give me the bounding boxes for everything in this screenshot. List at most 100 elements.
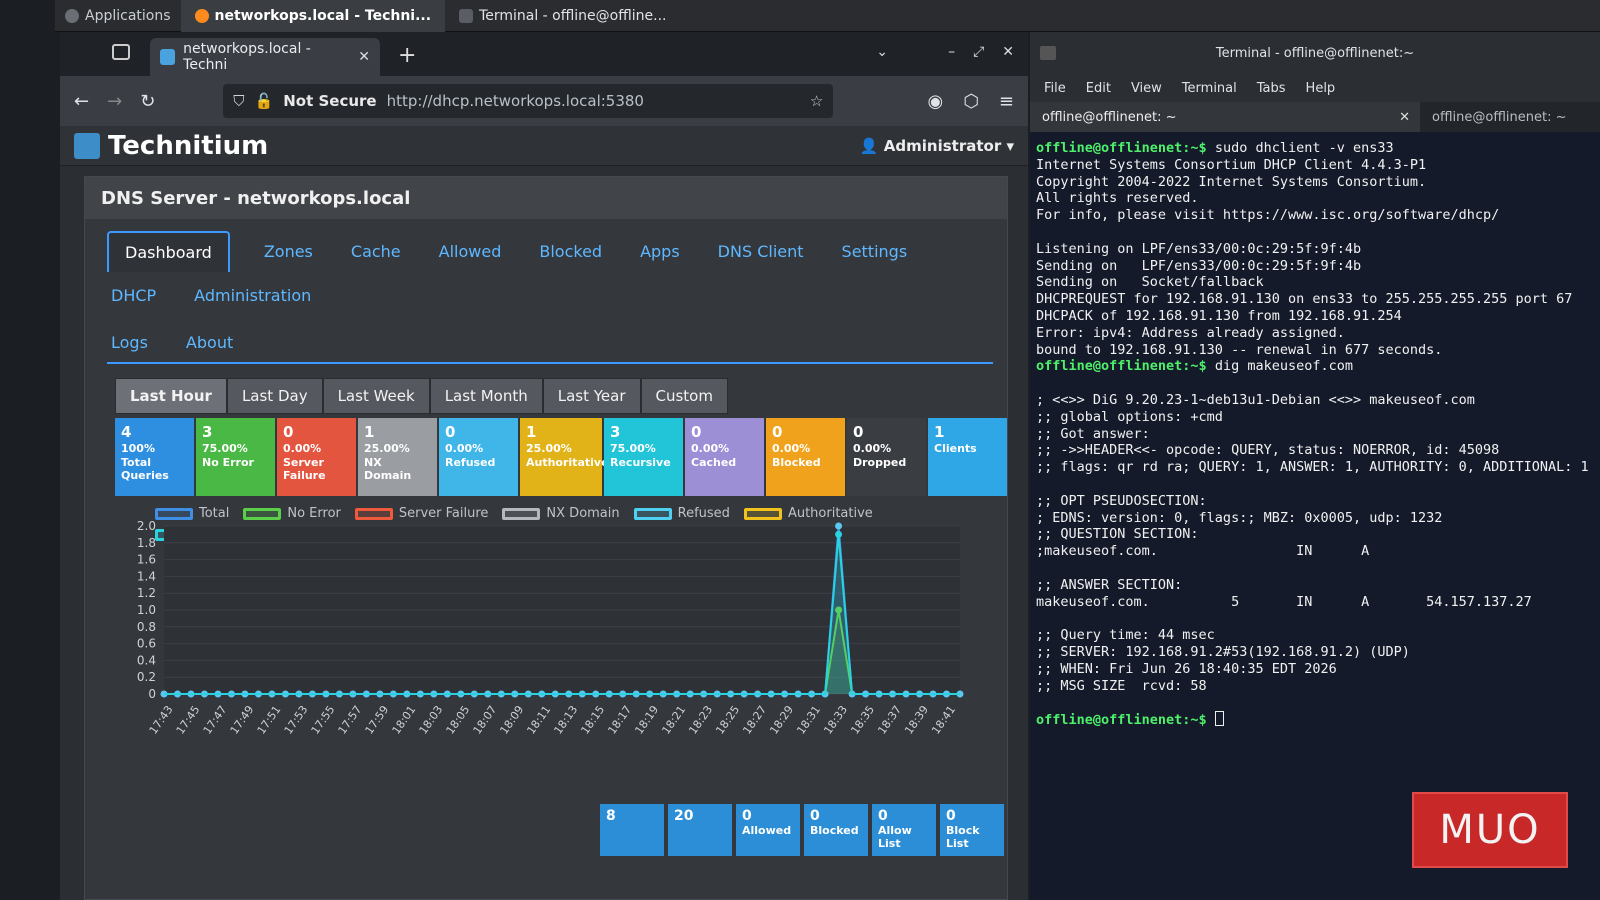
y-tick-label: 1.8 bbox=[137, 536, 156, 550]
tab-allowed[interactable]: Allowed bbox=[435, 232, 506, 271]
terminal-line-text: ;; Got answer: bbox=[1036, 425, 1150, 442]
bookmark-star-icon[interactable]: ☆ bbox=[810, 92, 823, 110]
queries-chart: 00.20.40.60.81.01.21.41.61.82.017:4317:4… bbox=[137, 519, 964, 737]
terminal-line-text: ;; QUESTION SECTION: bbox=[1036, 526, 1199, 543]
minimize-icon[interactable]: – bbox=[948, 44, 955, 60]
tab-dhcp[interactable]: DHCP bbox=[107, 276, 160, 315]
reload-icon[interactable]: ↻ bbox=[140, 91, 155, 112]
back-icon[interactable]: ← bbox=[74, 91, 89, 112]
terminal-line-text: Copyright 2004-2022 Internet Systems Con… bbox=[1036, 173, 1427, 190]
tab-settings[interactable]: Settings bbox=[838, 232, 912, 271]
user-name: Administrator bbox=[883, 136, 1002, 155]
range-last-month[interactable]: Last Month bbox=[429, 378, 543, 414]
x-tick-label: 18:27 bbox=[740, 703, 769, 736]
x-tick-label: 18:07 bbox=[471, 703, 500, 736]
terminal-line-text: All rights reserved. bbox=[1036, 190, 1199, 207]
y-tick-label: 1.2 bbox=[137, 586, 156, 600]
x-tick-label: 18:15 bbox=[578, 703, 607, 736]
nav-divider bbox=[107, 362, 993, 364]
range-last-year[interactable]: Last Year bbox=[542, 378, 641, 414]
tab-zones[interactable]: Zones bbox=[260, 232, 317, 271]
bottom-stat-count: 0 bbox=[810, 808, 820, 824]
terminal-prompt: offline@offlinenet:~$ bbox=[1036, 140, 1207, 156]
security-label: Not Secure bbox=[283, 92, 377, 110]
range-last-hour[interactable]: Last Hour bbox=[115, 378, 227, 414]
terminal-line: Sending on Socket/fallback bbox=[1036, 274, 1596, 291]
shield-icon[interactable]: ⛉ bbox=[233, 92, 244, 110]
terminal-line: DHCPACK of 192.168.91.130 from 192.168.9… bbox=[1036, 308, 1596, 325]
x-tick-label: 18:21 bbox=[659, 703, 688, 736]
logo-text: Technitium bbox=[108, 130, 269, 161]
menu-icon[interactable]: ≡ bbox=[999, 91, 1014, 112]
technitium-logo[interactable]: Technitium bbox=[74, 131, 268, 161]
tab-logs[interactable]: Logs bbox=[107, 323, 152, 362]
taskbar-browser[interactable]: networkops.local - Techni... bbox=[180, 0, 446, 32]
y-tick-label: 2.0 bbox=[137, 519, 156, 533]
terminal-line-text: ;makeuseof.com. IN A bbox=[1036, 543, 1370, 560]
stat-nx-domain: 1 25.00% NX Domain bbox=[358, 418, 437, 496]
close-terminal-tab-icon[interactable]: ✕ bbox=[1399, 110, 1410, 125]
tab-bar: networkops.local - Techni ✕ + ⌄ – ⤢ ✕ bbox=[60, 32, 1028, 76]
browser-tab[interactable]: networkops.local - Techni ✕ bbox=[150, 38, 380, 76]
tab-dashboard[interactable]: Dashboard bbox=[107, 231, 230, 272]
terminal-line-text: ;; ->>HEADER<<- opcode: QUERY, status: N… bbox=[1036, 442, 1500, 459]
terminal-output[interactable]: offline@offlinenet:~$ sudo dhclient -v e… bbox=[1030, 132, 1600, 892]
tab-about[interactable]: About bbox=[182, 323, 237, 362]
tab-dns-client[interactable]: DNS Client bbox=[714, 232, 808, 271]
range-custom[interactable]: Custom bbox=[640, 378, 728, 414]
address-bar[interactable]: ⛉ 🔓 Not Secure http://dhcp.networkops.lo… bbox=[223, 84, 834, 118]
close-window-icon[interactable]: ✕ bbox=[1002, 44, 1014, 60]
account-icon[interactable]: ◉ bbox=[927, 91, 943, 112]
tab-administration[interactable]: Administration bbox=[190, 276, 315, 315]
bottom-stat-count: 0 bbox=[878, 808, 888, 824]
taskbar-terminal[interactable]: Terminal - offline@offline... bbox=[445, 0, 680, 32]
tab-cache[interactable]: Cache bbox=[347, 232, 405, 271]
stat-count: 1 bbox=[934, 423, 945, 441]
user-menu[interactable]: 👤 Administrator ▾ bbox=[860, 137, 1014, 155]
screen: Applications networkops.local - Techni..… bbox=[0, 0, 1600, 900]
extensions-icon[interactable]: ⬡ bbox=[963, 91, 979, 112]
terminal-menu-help[interactable]: Help bbox=[1306, 81, 1336, 96]
close-tab-icon[interactable]: ✕ bbox=[358, 49, 370, 65]
chevron-down-icon[interactable]: ⌄ bbox=[876, 44, 888, 60]
range-last-week[interactable]: Last Week bbox=[322, 378, 430, 414]
stat-label: Cached bbox=[691, 455, 737, 469]
tab-blocked[interactable]: Blocked bbox=[535, 232, 606, 271]
terminal-line-text: ;; ANSWER SECTION: bbox=[1036, 576, 1183, 593]
applications-menu[interactable]: Applications bbox=[55, 8, 181, 24]
terminal-line: ;; ANSWER SECTION: bbox=[1036, 577, 1596, 594]
terminal-line-text: ;; SERVER: 192.168.91.2#53(192.168.91.2)… bbox=[1036, 643, 1410, 660]
new-tab-button[interactable]: + bbox=[398, 43, 416, 68]
stat-label: Blocked bbox=[772, 455, 821, 469]
y-tick-label: 0.4 bbox=[137, 653, 156, 667]
firefox-icon bbox=[194, 8, 209, 23]
stat-label: Refused bbox=[445, 455, 496, 469]
logo-icon bbox=[74, 132, 100, 159]
stat-blocked: 0 0.00% Blocked bbox=[766, 418, 845, 496]
bottom-stat-1: 20 bbox=[668, 804, 732, 856]
terminal-tab-label-2: offline@offlinenet: ~ bbox=[1432, 109, 1567, 125]
tab-apps[interactable]: Apps bbox=[636, 232, 684, 271]
terminal-line-text: ;; global options: +cmd bbox=[1036, 408, 1223, 425]
terminal-tab-inactive[interactable]: offline@offlinenet: ~ bbox=[1420, 102, 1600, 132]
terminal-tab-active[interactable]: offline@offlinenet: ~ ✕ bbox=[1030, 102, 1420, 132]
stat-label: Clients bbox=[934, 441, 977, 455]
terminal-line-text: ;; WHEN: Fri Jun 26 18:40:35 EDT 2026 bbox=[1036, 660, 1337, 677]
y-tick-label: 0.2 bbox=[137, 670, 156, 684]
terminal-line-text: ;; OPT PSEUDOSECTION: bbox=[1036, 492, 1207, 509]
range-last-day[interactable]: Last Day bbox=[226, 378, 323, 414]
forward-icon[interactable]: → bbox=[107, 91, 122, 112]
terminal-line: Listening on LPF/ens33/00:0c:29:5f:9f:4b bbox=[1036, 241, 1596, 258]
x-tick-label: 18:11 bbox=[524, 703, 553, 736]
terminal-menu-edit[interactable]: Edit bbox=[1086, 81, 1111, 96]
terminal-menu-view[interactable]: View bbox=[1131, 81, 1162, 96]
stat-label: Dropped bbox=[853, 455, 907, 469]
terminal-line: ;; MSG SIZE rcvd: 58 bbox=[1036, 678, 1596, 695]
terminal-menu-file[interactable]: File bbox=[1044, 81, 1066, 96]
url-text[interactable]: http://dhcp.networkops.local:5380 bbox=[387, 92, 644, 110]
terminal-menu-tabs[interactable]: Tabs bbox=[1257, 81, 1286, 96]
stat-label: No Error bbox=[202, 455, 254, 469]
terminal-menu-terminal[interactable]: Terminal bbox=[1182, 81, 1237, 96]
tab-overview-icon[interactable] bbox=[112, 44, 130, 60]
maximize-icon[interactable]: ⤢ bbox=[973, 44, 984, 60]
